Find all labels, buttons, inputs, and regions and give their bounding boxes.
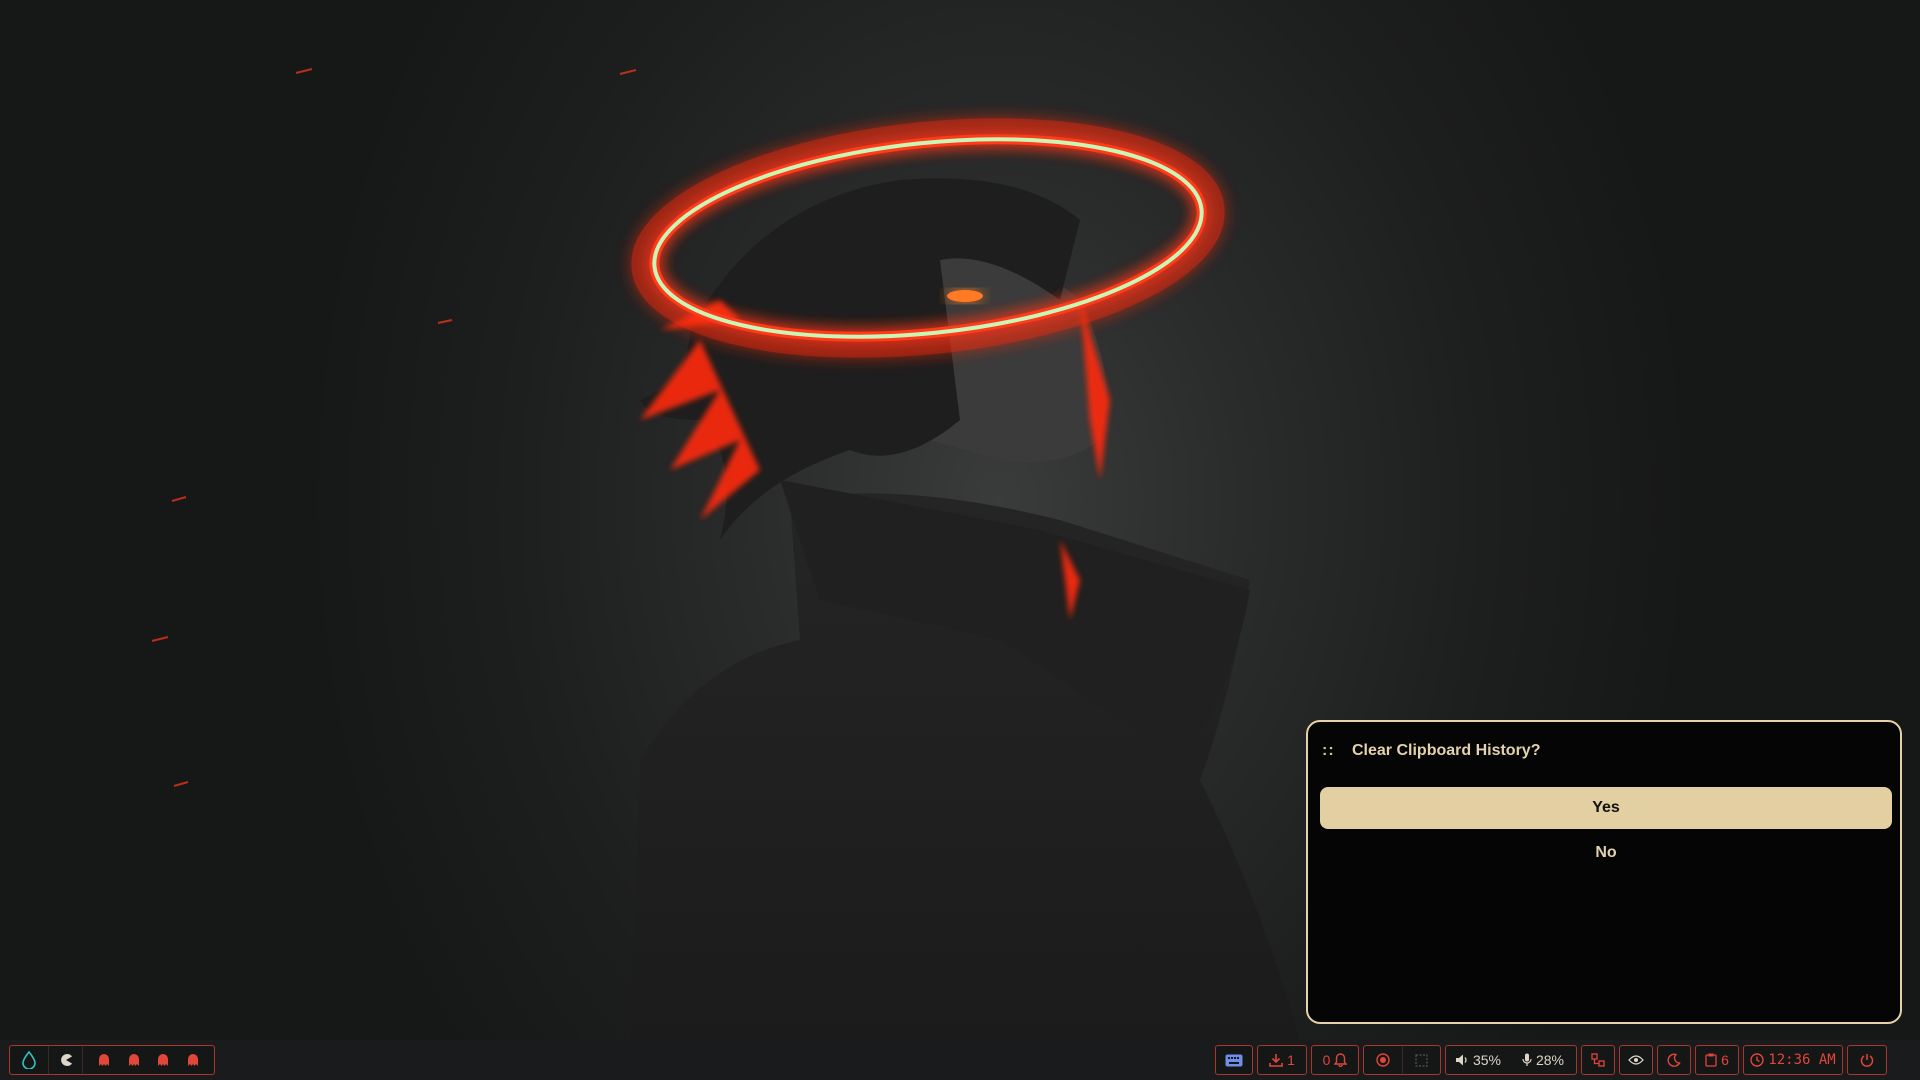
volume-level: 35%: [1472, 1052, 1502, 1068]
clear-clipboard-dialog: :: Clear Clipboard History? Yes No: [1306, 720, 1902, 1024]
ghost-icon[interactable]: [187, 1053, 199, 1067]
capture-module: [1363, 1045, 1441, 1075]
no-option[interactable]: No: [1320, 832, 1892, 874]
ghost-icon[interactable]: [157, 1053, 169, 1067]
bell-icon: [1334, 1053, 1348, 1067]
power-module[interactable]: [1847, 1045, 1887, 1075]
prompt-symbol: ::: [1322, 742, 1335, 759]
notifications-module[interactable]: 0: [1311, 1045, 1359, 1075]
dialog-title: Clear Clipboard History?: [1352, 742, 1541, 759]
moon-icon: [1667, 1053, 1681, 1067]
keyboard-icon: [1225, 1054, 1243, 1066]
screenshot-icon: [1415, 1053, 1428, 1067]
clock-icon: [1750, 1053, 1764, 1067]
power-icon: [1860, 1054, 1874, 1067]
mode-indicator[interactable]: [48, 1046, 82, 1074]
clipboard-icon: [1705, 1053, 1717, 1067]
mic-level: 28%: [1535, 1052, 1565, 1068]
audio-module: 35% 28%: [1445, 1045, 1577, 1075]
idle-inhibitor-module[interactable]: [1619, 1045, 1653, 1075]
updates-module[interactable]: 1: [1257, 1045, 1307, 1075]
clipboard-module[interactable]: 6: [1695, 1045, 1739, 1075]
clipboard-count: 6: [1721, 1052, 1729, 1068]
ghost-icon[interactable]: [98, 1053, 110, 1067]
night-light-module[interactable]: [1657, 1045, 1691, 1075]
launcher-button[interactable]: [10, 1046, 48, 1074]
clock-time: 12:36 AM: [1768, 1052, 1836, 1068]
keyboard-module[interactable]: [1215, 1045, 1253, 1075]
download-icon: [1269, 1054, 1283, 1067]
taskbar: 1 0 35% 28% 6 12:36 AM: [0, 1040, 1920, 1080]
yes-option[interactable]: Yes: [1320, 787, 1892, 829]
mic-control[interactable]: 28%: [1510, 1046, 1576, 1074]
notifications-count: 0: [1322, 1052, 1331, 1068]
eye-icon: [1628, 1055, 1644, 1065]
network-icon: [1591, 1053, 1605, 1067]
clock-module[interactable]: 12:36 AM: [1743, 1045, 1843, 1075]
left-module-group: [9, 1045, 215, 1075]
pacman-icon: [60, 1054, 72, 1066]
volume-control[interactable]: 35%: [1446, 1046, 1510, 1074]
screenshot-button[interactable]: [1402, 1046, 1440, 1074]
droplet-icon: [22, 1051, 36, 1069]
updates-count: 1: [1287, 1052, 1295, 1068]
microphone-icon: [1522, 1053, 1532, 1066]
record-button[interactable]: [1364, 1046, 1402, 1074]
network-module[interactable]: [1581, 1045, 1615, 1075]
speaker-icon: [1455, 1054, 1467, 1066]
record-icon: [1376, 1053, 1390, 1067]
workspaces: [82, 1046, 214, 1074]
ghost-icon[interactable]: [128, 1053, 140, 1067]
dialog-header: :: Clear Clipboard History?: [1322, 742, 1540, 760]
